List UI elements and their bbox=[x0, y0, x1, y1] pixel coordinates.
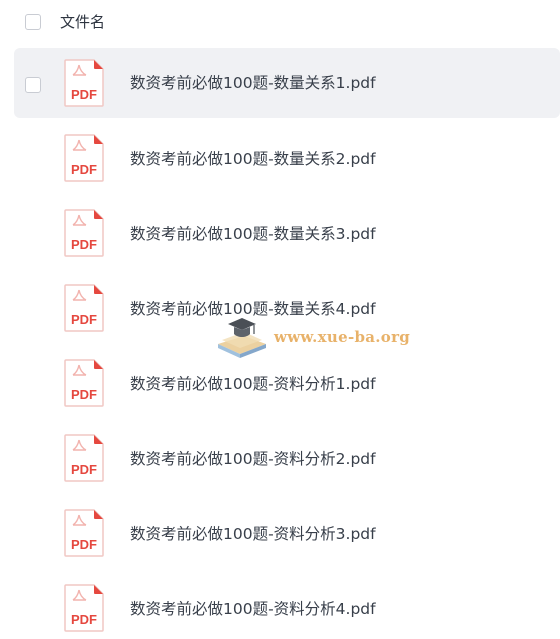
file-name[interactable]: 数资考前必做100题-数量关系2.pdf bbox=[130, 147, 376, 171]
file-name[interactable]: 数资考前必做100题-数量关系1.pdf bbox=[130, 71, 376, 95]
filename-column-header[interactable]: 文件名 bbox=[60, 11, 105, 33]
file-name[interactable]: 数资考前必做100题-资料分析1.pdf bbox=[130, 372, 376, 396]
select-all-checkbox[interactable] bbox=[25, 14, 41, 30]
file-row-checkbox[interactable] bbox=[25, 77, 41, 93]
file-name[interactable]: 数资考前必做100题-数量关系3.pdf bbox=[130, 222, 376, 246]
file-name[interactable]: 数资考前必做100题-资料分析4.pdf bbox=[130, 597, 376, 621]
file-row[interactable]: PDF 数资考前必做100题-数量关系1.pdf bbox=[14, 48, 560, 118]
file-row[interactable]: PDF 数资考前必做100题-资料分析2.pdf bbox=[0, 423, 560, 498]
svg-text:PDF: PDF bbox=[71, 312, 97, 327]
file-name[interactable]: 数资考前必做100题-资料分析2.pdf bbox=[130, 447, 376, 471]
svg-text:PDF: PDF bbox=[71, 162, 97, 177]
pdf-file-icon: PDF bbox=[64, 359, 104, 407]
file-row[interactable]: PDF 数资考前必做100题-资料分析4.pdf bbox=[0, 573, 560, 639]
file-row[interactable]: PDF 数资考前必做100题-资料分析3.pdf bbox=[0, 498, 560, 573]
file-name[interactable]: 数资考前必做100题-数量关系4.pdf bbox=[130, 297, 376, 321]
svg-text:PDF: PDF bbox=[71, 87, 97, 102]
pdf-file-icon: PDF bbox=[64, 434, 104, 482]
pdf-file-icon: PDF bbox=[64, 209, 104, 257]
pdf-file-icon: PDF bbox=[64, 134, 104, 182]
file-name[interactable]: 数资考前必做100题-资料分析3.pdf bbox=[130, 522, 376, 546]
file-row[interactable]: PDF 数资考前必做100题-数量关系4.pdf bbox=[0, 273, 560, 348]
pdf-file-icon: PDF bbox=[64, 509, 104, 557]
svg-text:PDF: PDF bbox=[71, 462, 97, 477]
svg-text:PDF: PDF bbox=[71, 387, 97, 402]
svg-text:PDF: PDF bbox=[71, 537, 97, 552]
pdf-file-icon: PDF bbox=[64, 59, 104, 107]
pdf-file-icon: PDF bbox=[64, 284, 104, 332]
svg-text:PDF: PDF bbox=[71, 237, 97, 252]
file-list: PDF 数资考前必做100题-数量关系1.pdf PDF 数资考前必做100题-… bbox=[0, 48, 560, 639]
svg-text:PDF: PDF bbox=[71, 612, 97, 627]
file-row[interactable]: PDF 数资考前必做100题-资料分析1.pdf bbox=[0, 348, 560, 423]
file-row[interactable]: PDF 数资考前必做100题-数量关系2.pdf bbox=[0, 123, 560, 198]
file-browser: 文件名 PDF 数资考前必做100题-数量关系1.pdf PDF 数资考前必做1… bbox=[0, 0, 560, 639]
file-list-header: 文件名 bbox=[0, 0, 560, 44]
file-row[interactable]: PDF 数资考前必做100题-数量关系3.pdf bbox=[0, 198, 560, 273]
pdf-file-icon: PDF bbox=[64, 584, 104, 632]
